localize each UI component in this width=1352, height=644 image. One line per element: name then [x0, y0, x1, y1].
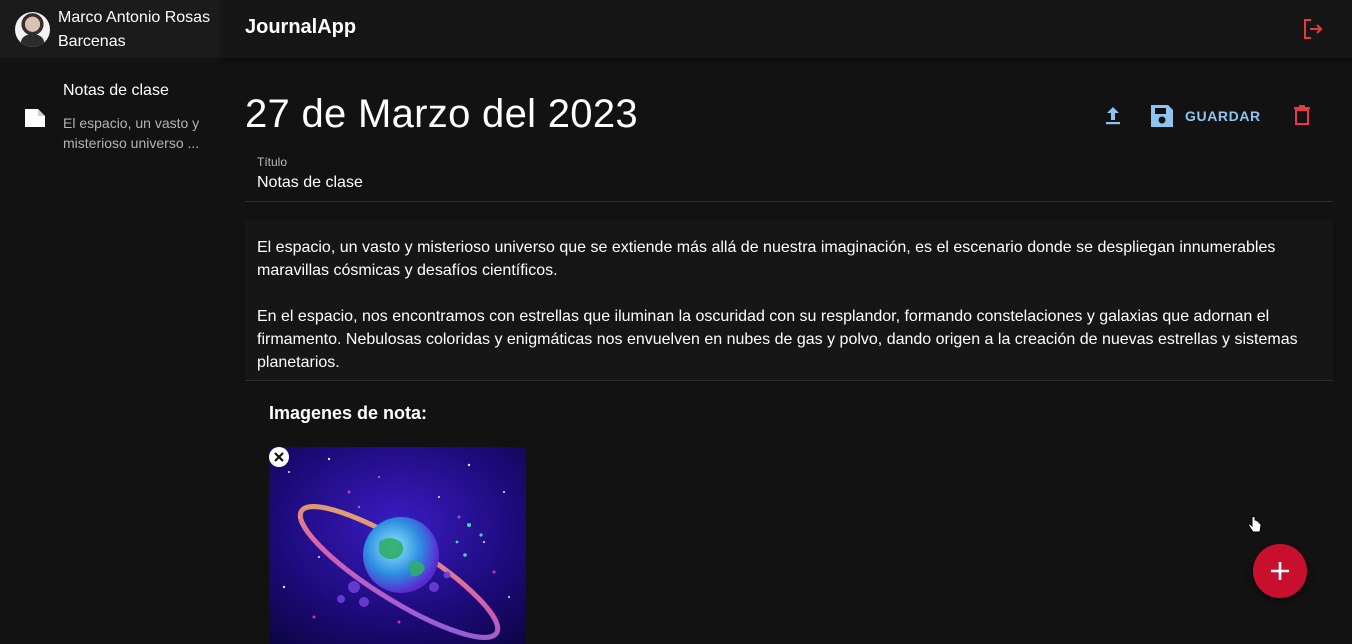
- images-heading: Imagenes de nota:: [269, 403, 428, 423]
- title-field-label: Título: [257, 155, 288, 169]
- save-icon: [1151, 105, 1173, 127]
- upload-icon[interactable]: [1100, 103, 1126, 129]
- sidebar-note-title: Notas de clase: [63, 82, 169, 99]
- note-body-field[interactable]: El espacio, un vasto y misterioso univer…: [245, 219, 1333, 381]
- hand-cursor-icon: [1248, 516, 1262, 533]
- sidebar-note-item[interactable]: Notas de clase El espacio, un vasto y mi…: [0, 76, 222, 162]
- note-icon: [25, 109, 45, 127]
- user-profile: Marco Antonio Rosas Barcenas: [0, 0, 222, 58]
- note-date: 27 de Marzo del 2023: [245, 92, 638, 136]
- plus-icon: [1271, 562, 1289, 580]
- sidebar-note-excerpt: El espacio, un vasto y misterioso univer…: [63, 115, 200, 151]
- close-icon[interactable]: [269, 447, 289, 467]
- logout-icon[interactable]: [1301, 17, 1325, 41]
- save-button-label: GUARDAR: [1185, 108, 1261, 124]
- title-field-value[interactable]: Notas de clase: [257, 174, 363, 192]
- note-body-text[interactable]: El espacio, un vasto y misterioso univer…: [257, 236, 1321, 374]
- note-image: [269, 447, 526, 644]
- avatar: [15, 12, 50, 47]
- user-name: Marco Antonio Rosas Barcenas: [58, 9, 211, 50]
- add-note-button[interactable]: [1253, 544, 1307, 598]
- app-title: JournalApp: [245, 16, 357, 38]
- title-field[interactable]: Título Notas de clase: [245, 149, 1333, 202]
- sidebar: Marco Antonio Rosas Barcenas Notas de cl…: [0, 0, 222, 644]
- note-editor: 27 de Marzo del 2023 GUARDAR Título Nota…: [222, 58, 1352, 644]
- trash-icon[interactable]: [1290, 103, 1314, 127]
- space-illustration: [269, 447, 526, 644]
- top-app-bar: JournalApp: [222, 0, 1352, 58]
- save-button[interactable]: GUARDAR: [1149, 100, 1261, 132]
